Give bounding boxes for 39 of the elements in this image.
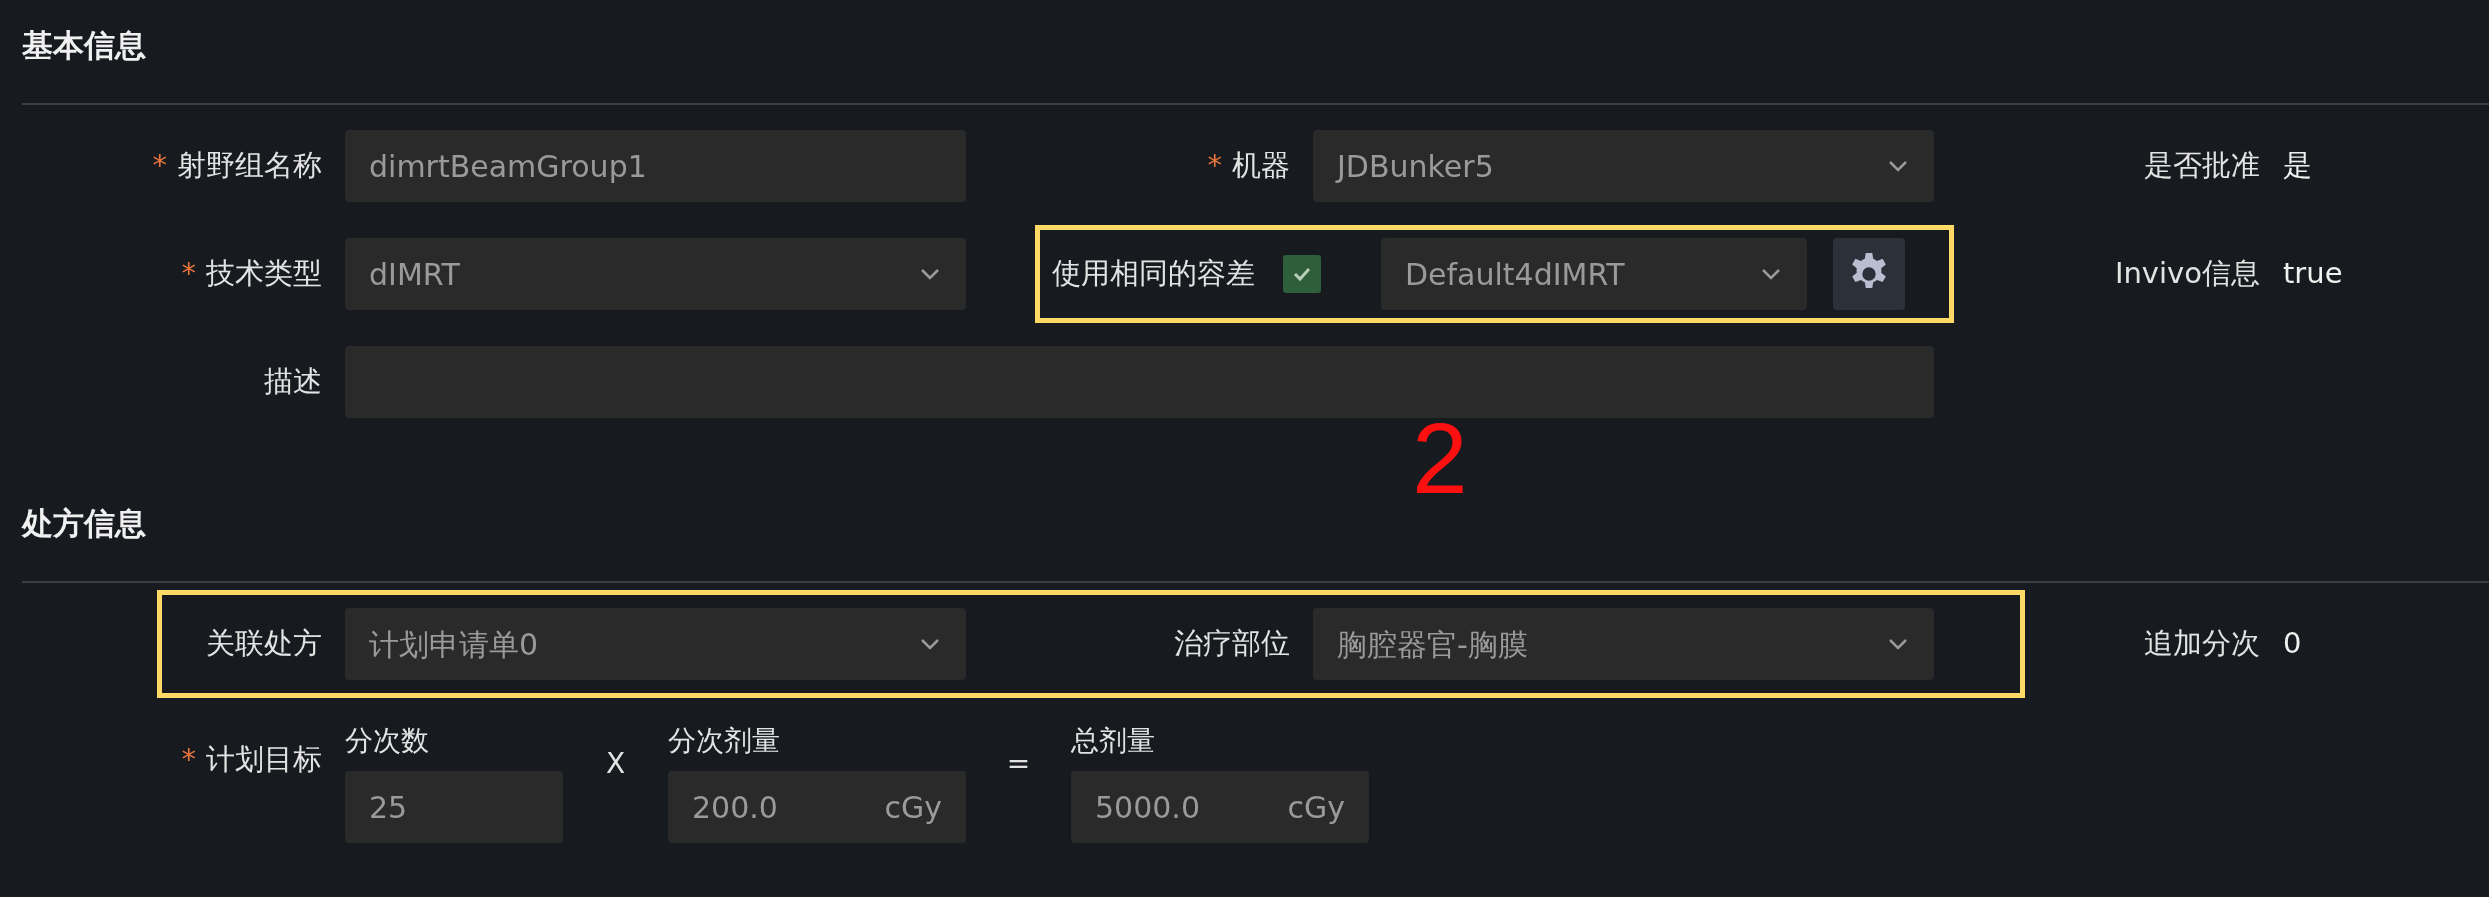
field-label: * 机器 <box>1206 147 1290 185</box>
info-value: 是 <box>2283 147 2312 185</box>
annotation-number: 2 <box>1412 408 1468 508</box>
site-dropdown[interactable]: 胸腔器官-胸膜 <box>1313 608 1934 680</box>
field-label: 分次数 <box>345 723 430 758</box>
chevron-down-icon <box>1759 266 1783 282</box>
info-label: 是否批准 <box>2143 147 2260 185</box>
info-label: Invivo信息 <box>2113 255 2260 293</box>
settings-button[interactable] <box>1833 238 1905 310</box>
field-label: * 射野组名称 <box>151 147 322 185</box>
field-label: * 技术类型 <box>180 255 322 293</box>
field-label: * 计划目标 <box>180 741 322 778</box>
operator-sign: X <box>604 746 627 782</box>
tolerance-dropdown[interactable]: Default4dIMRT <box>1381 238 1807 310</box>
dose-field[interactable]: 5000.0 cGy <box>1071 771 1369 843</box>
field-label: 总剂量 <box>1071 723 1156 758</box>
operator-sign: = <box>1005 746 1032 782</box>
chevron-down-icon <box>1886 636 1910 652</box>
field-label: 治疗部位 <box>1173 625 1290 663</box>
field-label: 关联处方 <box>205 625 322 663</box>
machine-dropdown[interactable]: JDBunker5 <box>1313 130 1934 202</box>
section-title: 基本信息 <box>22 25 147 65</box>
dose-field[interactable]: 200.0 cGy <box>668 771 966 843</box>
info-label: 追加分次 <box>2143 625 2260 663</box>
field-label: 描述 <box>263 363 322 401</box>
info-value: 0 <box>2283 625 2302 663</box>
checkbox[interactable] <box>1283 255 1321 293</box>
info-value: true <box>2283 255 2343 293</box>
section-title: 处方信息 <box>22 503 147 543</box>
field-label: 分次剂量 <box>668 723 781 758</box>
technique-dropdown[interactable]: dIMRT <box>345 238 966 310</box>
field-label: 使用相同的容差 <box>1052 255 1255 293</box>
check-icon <box>1292 266 1312 282</box>
chevron-down-icon <box>1886 158 1910 174</box>
prescription-dropdown[interactable]: 计划申请单0 <box>345 608 966 680</box>
chevron-down-icon <box>918 266 942 282</box>
name-field[interactable]: dimrtBeamGroup1 <box>345 130 966 202</box>
chevron-down-icon <box>918 636 942 652</box>
fractions-field[interactable]: 25 <box>345 771 563 843</box>
